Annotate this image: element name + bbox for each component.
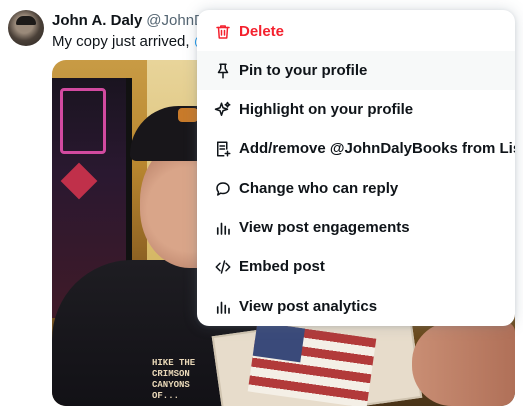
tweet-text: My copy just arrived, @N bbox=[52, 33, 202, 50]
menu-item-pin[interactable]: Pin to your profile bbox=[197, 51, 515, 90]
bar-chart-icon bbox=[213, 218, 233, 238]
menu-item-reply-settings[interactable]: Change who can reply bbox=[197, 169, 515, 208]
author-handle[interactable]: @JohnDaly bbox=[146, 12, 202, 29]
menu-item-label: Embed post bbox=[239, 258, 325, 275]
cap-logo bbox=[178, 108, 198, 122]
shirt-print: HIKE THE CRIMSON CANYONS OF... bbox=[152, 358, 196, 401]
menu-item-highlight[interactable]: Highlight on your profile bbox=[197, 90, 515, 129]
avatar[interactable] bbox=[8, 10, 44, 46]
trash-icon bbox=[213, 22, 233, 42]
menu-item-label: Add/remove @JohnDalyBooks from Lists bbox=[239, 140, 515, 157]
menu-item-label: View post engagements bbox=[239, 219, 410, 236]
menu-item-analytics[interactable]: View post analytics bbox=[197, 287, 515, 326]
tweet-text-body: My copy just arrived, bbox=[52, 33, 194, 50]
pin-icon bbox=[213, 61, 233, 81]
author-name[interactable]: John A. Daly bbox=[52, 12, 142, 29]
analytics-icon bbox=[213, 297, 233, 317]
menu-item-label: View post analytics bbox=[239, 298, 378, 315]
menu-item-label: Delete bbox=[239, 23, 285, 40]
menu-item-label: Highlight on your profile bbox=[239, 101, 414, 118]
menu-item-engagements[interactable]: View post engagements bbox=[197, 208, 515, 247]
post-options-menu: Delete Pin to your profile Highlight on … bbox=[197, 10, 515, 326]
code-icon bbox=[213, 257, 233, 277]
menu-item-lists[interactable]: Add/remove @JohnDalyBooks from Lists bbox=[197, 129, 515, 168]
menu-item-label: Pin to your profile bbox=[239, 62, 368, 79]
list-add-icon bbox=[213, 139, 233, 159]
person-hand bbox=[412, 322, 515, 406]
menu-item-label: Change who can reply bbox=[239, 180, 399, 197]
menu-item-delete[interactable]: Delete bbox=[197, 12, 515, 51]
author-line: John A. Daly@JohnDaly bbox=[52, 12, 202, 29]
sparkle-icon bbox=[213, 100, 233, 120]
reply-bubble-icon bbox=[213, 179, 233, 199]
menu-item-embed[interactable]: Embed post bbox=[197, 247, 515, 286]
